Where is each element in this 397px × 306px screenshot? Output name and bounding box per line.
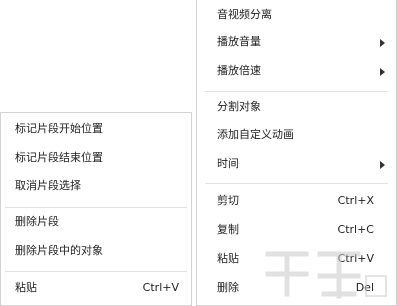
menu-item-cut[interactable]: 剪切 Ctrl+X [197, 190, 396, 212]
menu-item-shortcut: Ctrl+V [142, 281, 179, 294]
menu-item-label: 标记片段结束位置 [15, 151, 103, 164]
menu-item-shortcut: Ctrl+V [337, 252, 374, 265]
menu-item-label: 粘贴 [217, 252, 239, 265]
menu-item-paste[interactable]: 粘贴 Ctrl+V [1, 277, 191, 299]
menu-item-label: 音视频分离 [217, 8, 272, 21]
menu-item-playback-volume[interactable]: 播放音量 [197, 31, 396, 53]
menu-item-separate-audio-video[interactable]: 音视频分离 [197, 4, 396, 26]
menu-item-label: 粘贴 [15, 281, 37, 294]
menu-item-cancel-segment-selection[interactable]: 取消片段选择 [1, 175, 191, 197]
context-menu-left: 标记片段开始位置 标记片段结束位置 取消片段选择 删除片段 删除片段中的对象 粘… [0, 112, 192, 306]
chevron-right-icon [380, 161, 385, 169]
menu-separator [5, 207, 187, 208]
menu-item-shortcut: Ctrl+X [337, 194, 374, 207]
menu-separator [205, 91, 388, 92]
menu-item-label: 取消片段选择 [15, 179, 81, 192]
menu-separator [5, 271, 187, 272]
menu-item-label: 剪切 [217, 194, 239, 207]
menu-item-label: 删除片段 [15, 215, 59, 228]
menu-item-paste[interactable]: 粘贴 Ctrl+V [197, 248, 396, 270]
chevron-right-icon [380, 68, 385, 76]
screen: 音视频分离 播放音量 播放倍速 分割对象 添加自定义动画 时间 剪切 Ctrl+… [0, 0, 397, 306]
menu-item-delete-segment[interactable]: 删除片段 [1, 211, 191, 233]
menu-item-delete-segment-objects[interactable]: 删除片段中的对象 [1, 240, 191, 262]
menu-item-label: 删除 [217, 281, 239, 294]
menu-item-shortcut: Ctrl+C [337, 223, 374, 236]
menu-item-add-custom-animation[interactable]: 添加自定义动画 [197, 124, 396, 146]
menu-item-label: 标记片段开始位置 [15, 122, 103, 135]
menu-item-mark-segment-start[interactable]: 标记片段开始位置 [1, 118, 191, 140]
menu-item-label: 添加自定义动画 [217, 128, 294, 141]
menu-item-copy[interactable]: 复制 Ctrl+C [197, 219, 396, 241]
menu-item-label: 播放倍速 [217, 64, 261, 77]
menu-item-shortcut: Del [355, 281, 374, 294]
menu-item-label: 播放音量 [217, 35, 261, 48]
menu-item-label: 分割对象 [217, 100, 261, 113]
menu-item-split-object[interactable]: 分割对象 [197, 96, 396, 118]
chevron-right-icon [380, 39, 385, 47]
menu-item-playback-speed[interactable]: 播放倍速 [197, 60, 396, 82]
menu-item-time[interactable]: 时间 [197, 153, 396, 175]
context-menu-right: 音视频分离 播放音量 播放倍速 分割对象 添加自定义动画 时间 剪切 Ctrl+… [196, 0, 397, 306]
menu-item-delete[interactable]: 删除 Del [197, 277, 396, 299]
menu-item-label: 复制 [217, 223, 239, 236]
menu-item-label: 删除片段中的对象 [15, 244, 103, 257]
menu-item-label: 时间 [217, 157, 239, 170]
menu-item-mark-segment-end[interactable]: 标记片段结束位置 [1, 147, 191, 169]
menu-separator [205, 183, 388, 184]
